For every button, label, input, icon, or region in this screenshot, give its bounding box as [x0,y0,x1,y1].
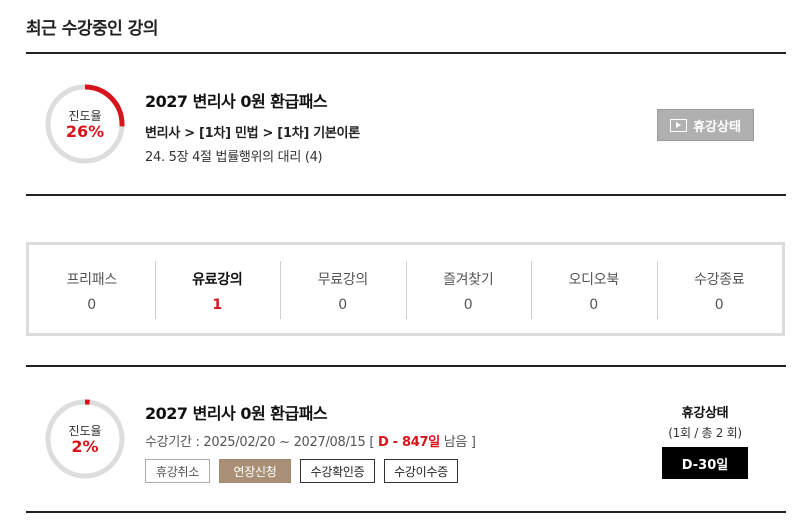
course-period: 수강기간 : 2025/02/20 ~ 2027/08/15 [ D - 847… [145,431,476,450]
divider [26,194,786,196]
completion-certificate-button[interactable]: 수강이수증 [384,459,458,483]
course-category-tabs: 프리패스 0 유료강의 1 무료강의 0 즐겨찾기 0 오디오북 0 수강종료 … [26,242,785,336]
tab-count: 0 [463,297,473,313]
tab-completed[interactable]: 수강종료 0 [656,245,783,333]
progress-value: 26% [65,122,105,141]
cancel-pause-button[interactable]: 휴강취소 [145,459,210,483]
tab-count: 1 [212,297,223,313]
tab-favorites[interactable]: 즐겨찾기 0 [405,245,532,333]
pause-dday-badge: D-30일 [662,447,748,479]
divider [26,511,786,513]
tab-label: 오디오북 [568,272,620,288]
course-title[interactable]: 2027 변리사 0원 환급패스 [145,88,328,112]
divider [26,365,786,367]
pause-status-label: 휴강상태 [693,119,741,135]
tab-audiobook[interactable]: 오디오북 0 [531,245,657,333]
play-icon [670,118,688,132]
lecture-title[interactable]: 24. 5장 4절 법률행위의 대리 (4) [145,146,323,165]
extend-request-button[interactable]: 연장신청 [219,459,291,483]
tab-count: 0 [87,297,97,313]
course-title[interactable]: 2027 변리사 0원 환급패스 [145,400,328,424]
section-title: 최근 수강중인 강의 [26,19,158,39]
pause-status-title: 휴강상태 [681,406,729,421]
tab-count: 0 [338,297,348,313]
tab-label: 프리패스 [66,272,118,288]
tab-label: 무료강의 [317,272,369,288]
progress-ring: 진도율 26% [44,83,126,165]
tab-label: 유료강의 [192,272,243,288]
tab-free-lectures[interactable]: 무료강의 0 [280,245,406,333]
divider [26,52,786,54]
progress-ring: 진도율 2% [44,398,126,480]
remaining-days: D - 847일 [377,435,440,450]
course-path: 변리사 > [1차] 민법 > [1차] 기본이론 [145,126,360,141]
pause-status-button[interactable]: 휴강상태 [657,109,754,141]
tab-free-pass[interactable]: 프리패스 0 [29,245,155,333]
period-suffix: 남음 ] [439,435,476,450]
pause-count: (1회 / 총 2 회) [668,426,742,440]
tab-count: 0 [589,297,599,313]
tab-count: 0 [714,297,724,313]
tab-label: 즐겨찾기 [443,272,494,288]
period-text: 수강기간 : 2025/02/20 ~ 2027/08/15 [ [145,435,378,450]
tab-label: 수강종료 [694,272,745,288]
tab-paid-lectures[interactable]: 유료강의 1 [154,245,281,333]
attendance-certificate-button[interactable]: 수강확인증 [300,459,375,483]
progress-value: 2% [71,437,99,456]
